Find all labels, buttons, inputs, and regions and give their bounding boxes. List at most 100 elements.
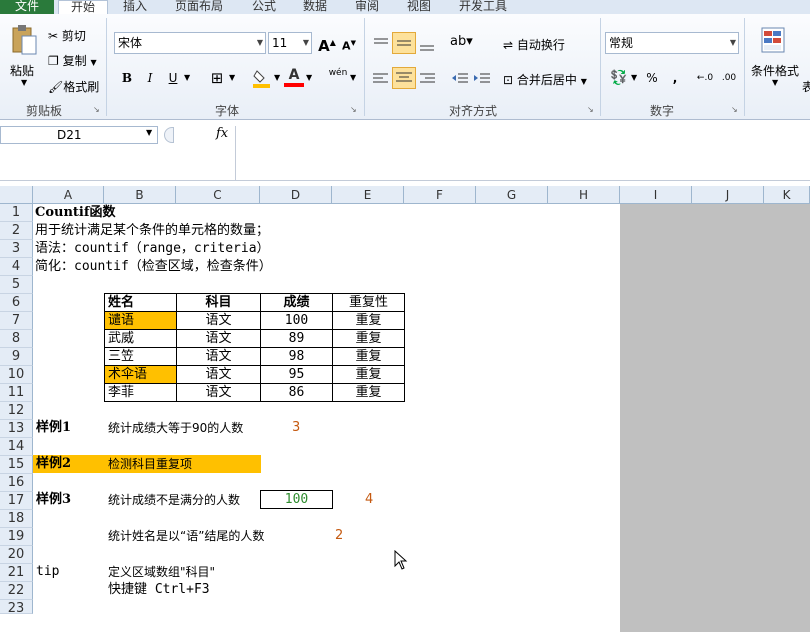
row-header[interactable]: 23 <box>0 600 33 616</box>
table-cell[interactable]: 重复 <box>332 329 405 348</box>
row-header[interactable]: 12 <box>0 402 33 420</box>
row-header[interactable]: 1 <box>0 204 33 222</box>
tab-formulas[interactable]: 公式 <box>252 0 276 14</box>
currency-dropdown-icon[interactable]: ▼ <box>631 73 637 82</box>
format-painter-button[interactable]: 🖌格式刷 <box>48 78 99 95</box>
tab-view[interactable]: 视图 <box>407 0 431 14</box>
row-header[interactable]: 19 <box>0 528 33 546</box>
cell-a1[interactable]: Countif函数 <box>35 204 115 222</box>
wrap-text-button[interactable]: ⇌ 自动换行 <box>503 36 565 53</box>
fill-color-button[interactable] <box>252 67 272 89</box>
font-size-combo[interactable]: 11 ▼ <box>268 32 312 54</box>
conditional-format-icon[interactable] <box>758 26 790 56</box>
merge-center-button[interactable]: ⊡ 合并后居中 ▼ <box>503 71 587 88</box>
example4-result[interactable]: 2 <box>335 527 343 545</box>
row-header[interactable]: 10 <box>0 366 33 384</box>
cell-a2[interactable]: 用于统计满足某个条件的单元格的数量； <box>35 222 269 240</box>
col-header-i[interactable]: I <box>620 186 692 204</box>
col-header-a[interactable]: A <box>33 186 104 204</box>
cond-format-dropdown-icon[interactable]: ▼ <box>772 78 778 87</box>
row-header[interactable]: 11 <box>0 384 33 402</box>
row-header[interactable]: 15 <box>0 456 33 474</box>
table-cell[interactable]: 语文 <box>176 365 261 384</box>
cut-button[interactable]: ✂ 剪切 <box>48 27 86 44</box>
align-bottom-icon[interactable] <box>416 34 438 54</box>
col-header-e[interactable]: E <box>332 186 404 204</box>
tab-page-layout[interactable]: 页面布局 <box>175 0 223 14</box>
italic-button[interactable]: I <box>141 67 159 89</box>
row-header[interactable]: 3 <box>0 240 33 258</box>
paste-button[interactable]: 粘贴 <box>10 62 34 79</box>
alignment-launcher-icon[interactable]: ↘ <box>587 105 594 114</box>
row-header[interactable]: 8 <box>0 330 33 348</box>
increase-indent-icon[interactable] <box>472 69 492 89</box>
table-cell[interactable]: 89 <box>260 329 333 348</box>
table-cell[interactable]: 重复 <box>332 311 405 330</box>
row-header[interactable]: 7 <box>0 312 33 330</box>
tab-home[interactable]: 开始 <box>58 0 108 14</box>
table-cell[interactable]: 语文 <box>176 383 261 402</box>
font-color-button[interactable]: A <box>284 67 304 89</box>
formula-input[interactable] <box>238 126 810 180</box>
currency-icon[interactable]: 💱 <box>608 67 630 89</box>
grow-font-button[interactable]: A▲ <box>317 32 337 55</box>
comma-button[interactable]: , <box>668 67 682 89</box>
table-cell[interactable]: 98 <box>260 347 333 366</box>
col-header-b[interactable]: B <box>104 186 176 204</box>
fill-dropdown-icon[interactable]: ▼ <box>274 73 280 82</box>
insert-function-icon[interactable]: fx <box>216 126 228 141</box>
col-header-k[interactable]: K <box>764 186 810 204</box>
col-header-d[interactable]: D <box>260 186 332 204</box>
number-format-combo[interactable]: 常规 ▼ <box>605 32 739 54</box>
example3-result[interactable]: 4 <box>365 491 373 509</box>
example1-result[interactable]: 3 <box>292 419 300 437</box>
table-cell[interactable]: 三笠 <box>104 347 177 366</box>
table-header[interactable]: 姓名 <box>104 293 177 312</box>
row-header[interactable]: 6 <box>0 294 33 312</box>
decrease-indent-icon[interactable] <box>450 69 470 89</box>
row-header[interactable]: 4 <box>0 258 33 276</box>
orientation-icon[interactable]: ab▾ <box>450 34 476 54</box>
row-header[interactable]: 5 <box>0 276 33 294</box>
row-header[interactable]: 22 <box>0 582 33 600</box>
example3-desc[interactable]: 统计成绩不是满分的人数 <box>108 491 240 509</box>
table-cell[interactable]: 重复 <box>332 383 405 402</box>
tip-line1[interactable]: 定义区域数组"科目" <box>108 563 215 581</box>
tab-developer[interactable]: 开发工具 <box>459 0 507 14</box>
table-cell[interactable]: 术伞语 <box>104 365 177 384</box>
table-cell[interactable]: 李菲 <box>104 383 177 402</box>
copy-button[interactable]: ❐ 复制 ▼ <box>48 52 97 69</box>
row-header[interactable]: 17 <box>0 492 33 510</box>
example3-box[interactable]: 100 <box>260 490 333 509</box>
font-color-dropdown-icon[interactable]: ▼ <box>306 73 312 82</box>
example4-desc[interactable]: 统计姓名是以“语”结尾的人数 <box>108 527 264 545</box>
paste-dropdown-icon[interactable]: ▼ <box>21 78 27 87</box>
example1-desc[interactable]: 统计成绩大等于90的人数 <box>108 419 243 437</box>
align-right-icon[interactable] <box>416 69 438 89</box>
paste-icon[interactable] <box>8 24 38 56</box>
tip-line2[interactable]: 快捷键 Ctrl+F3 <box>108 581 210 599</box>
row-header[interactable]: 21 <box>0 564 33 582</box>
formula-expand-handle[interactable] <box>164 127 174 143</box>
table-cell[interactable]: 95 <box>260 365 333 384</box>
border-button[interactable]: ⊞ <box>207 67 227 89</box>
name-box[interactable]: D21 <box>0 126 158 144</box>
select-all-corner[interactable] <box>0 186 33 204</box>
name-box-dropdown-icon[interactable]: ▼ <box>146 128 152 137</box>
example3-label[interactable]: 样例3 <box>36 491 71 509</box>
table-cell[interactable]: 谴语 <box>104 311 177 330</box>
tab-review[interactable]: 审阅 <box>355 0 379 14</box>
table-header[interactable]: 成绩 <box>260 293 333 312</box>
phonetic-button[interactable]: wén <box>326 67 350 89</box>
align-top-icon[interactable] <box>370 34 392 54</box>
row-header[interactable]: 2 <box>0 222 33 240</box>
shrink-font-button[interactable]: A▼ <box>340 32 358 54</box>
table-header[interactable]: 科目 <box>176 293 261 312</box>
table-cell[interactable]: 100 <box>260 311 333 330</box>
cell-a4[interactable]: 简化：countif（检查区域，检查条件） <box>35 258 272 276</box>
underline-dropdown-icon[interactable]: ▼ <box>184 73 190 82</box>
border-dropdown-icon[interactable]: ▼ <box>229 73 235 82</box>
row-header[interactable]: 14 <box>0 438 33 456</box>
row-header[interactable]: 13 <box>0 420 33 438</box>
example2-desc[interactable]: 检测科目重复项 <box>108 455 192 473</box>
